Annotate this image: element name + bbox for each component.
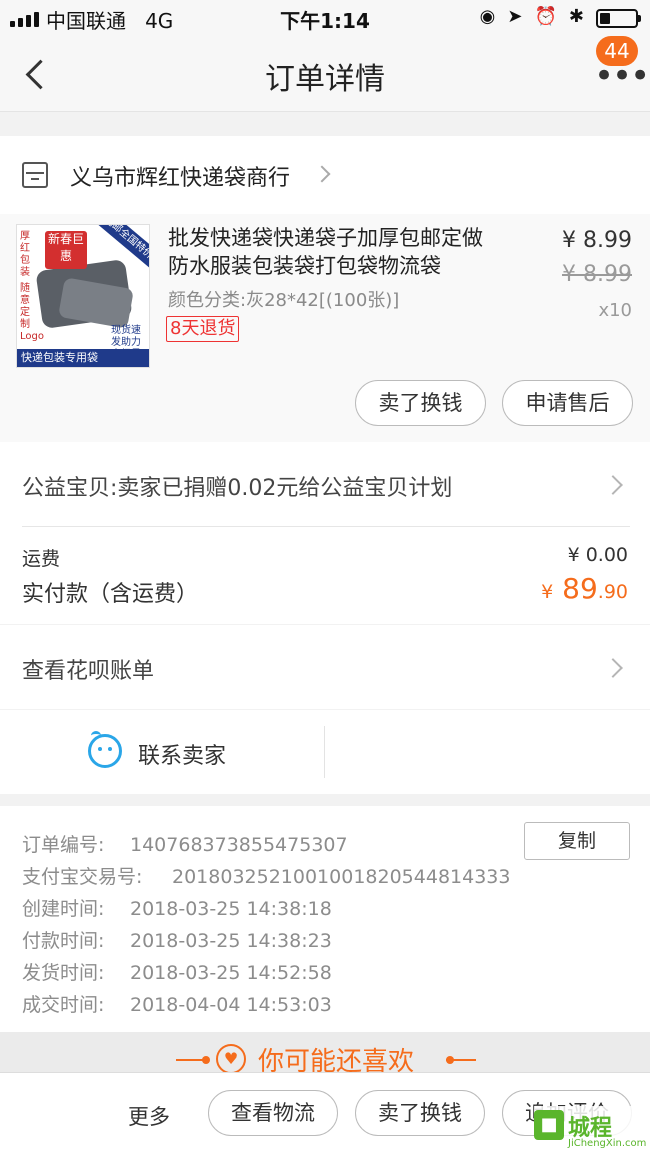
order-info: 复制 订单编号: 140768373855475307 支付宝交易号: 201803… [0, 806, 650, 1032]
bluetooth-icon: ✱ [568, 6, 584, 27]
product-quantity: x10 [598, 300, 632, 321]
status-icons: ◉ ➤ ⏰ ✱ [480, 6, 584, 27]
paid-decimal: .90 [597, 581, 628, 603]
notification-badge: 44 [596, 36, 638, 66]
page-title: 订单详情 [265, 62, 385, 97]
created-time-row: 创建时间: 2018-03-25 14:38:18 [22, 898, 332, 920]
paid-time-row: 付款时间: 2018-03-25 14:38:23 [22, 930, 332, 952]
shipping-label: 运费 [22, 548, 61, 570]
shipping-value: ¥ 0.00 [567, 544, 628, 566]
contact-row: 联系卖家 [0, 710, 650, 794]
watermark-url: JiChengXin.com [568, 1138, 647, 1149]
charity-text: 公益宝贝:卖家已捐赠0.02元给公益宝贝计划 [22, 476, 453, 501]
product-price: ¥ 8.99 [562, 228, 632, 253]
watermark-logo: ■ [534, 1110, 564, 1140]
after-sale-button[interactable]: 申请售后 [502, 380, 633, 426]
chevron-right-icon [603, 658, 623, 678]
heart-icon: ♥ [216, 1044, 246, 1074]
decor-line [446, 1059, 476, 1061]
thumb-band: 快递包装专用袋 [17, 349, 149, 367]
sell-exchange-bottom-button[interactable]: 卖了换钱 [355, 1090, 485, 1136]
divider [22, 526, 630, 527]
divider [324, 726, 325, 778]
contact-seller-button[interactable]: 联系卖家 [138, 738, 226, 770]
promo-stamp: 新春巨惠 [45, 231, 87, 269]
huabei-bill-row[interactable]: 查看花呗账单 [0, 625, 650, 709]
nav-bar: 订单详情 ••• [0, 36, 650, 112]
shop-icon [22, 162, 48, 188]
thumb-side-text: 厚红包装 [20, 231, 30, 278]
charity-row[interactable]: 公益宝贝:卖家已捐赠0.02元给公益宝贝计划 [0, 442, 650, 526]
alarm-icon: ⏰ [534, 6, 557, 27]
decor-dot [202, 1056, 210, 1064]
watermark: ■ 城程 JiChengXin.com [534, 1106, 646, 1152]
alipay-trade-row: 支付宝交易号: 2018032521001001820544814333 [22, 866, 511, 888]
order-number-row: 订单编号: 140768373855475307 [22, 834, 348, 856]
product-thumbnail[interactable]: 新春巨惠 厚红包装 随意定制Logo 包邮全国特价 现货速发助力大促量大优惠 快… [16, 224, 150, 368]
lock-rotation-icon: ◉ [479, 6, 496, 27]
paid-amount: ¥ 89.90 [541, 572, 628, 605]
shop-name: 义乌市辉红快递袋商行 [70, 166, 291, 191]
location-icon: ➤ [507, 6, 523, 27]
paid-currency: ¥ [541, 581, 554, 603]
paid-integer: 89 [562, 572, 598, 605]
cost-summary: 运费 ¥ 0.00 实付款（含运费） ¥ 89.90 [0, 526, 650, 624]
shop-row[interactable]: 义乌市辉红快递袋商行 [0, 136, 650, 214]
product-spec: 颜色分类:灰28*42[(100张)] [168, 290, 400, 311]
battery-icon [596, 9, 641, 28]
huabei-bill-text: 查看花呗账单 [22, 659, 155, 684]
product-original-price: ¥ 8.99 [562, 262, 632, 287]
status-bar: 中国联通 4G 下午1:14 ◉ ➤ ⏰ ✱ [0, 0, 650, 36]
contact-seller-icon[interactable] [88, 731, 122, 768]
return-policy-badge: 8天退货 [166, 316, 240, 342]
view-logistics-button[interactable]: 查看物流 [208, 1090, 338, 1136]
sell-exchange-button[interactable]: 卖了换钱 [355, 380, 486, 426]
more-button[interactable]: 更多 [128, 1101, 170, 1131]
chevron-right-icon [313, 165, 331, 183]
battery-fill [600, 13, 610, 24]
chevron-right-icon [603, 475, 623, 495]
paid-label: 实付款（含运费） [22, 582, 199, 607]
product-title[interactable]: 批发快递袋快递袋子加厚包邮定做防水服装包装袋打包袋物流袋 [168, 224, 498, 280]
recommend-header: ♥ 你可能还喜欢 [0, 1032, 650, 1077]
copy-button[interactable]: 复制 [524, 822, 630, 860]
more-icon[interactable]: ••• [594, 59, 650, 102]
completed-time-row: 成交时间: 2018-04-04 14:53:03 [22, 994, 332, 1016]
thumb-side-text-2: 随意定制Logo [20, 283, 44, 342]
shipped-time-row: 发货时间: 2018-03-25 14:52:58 [22, 962, 332, 984]
